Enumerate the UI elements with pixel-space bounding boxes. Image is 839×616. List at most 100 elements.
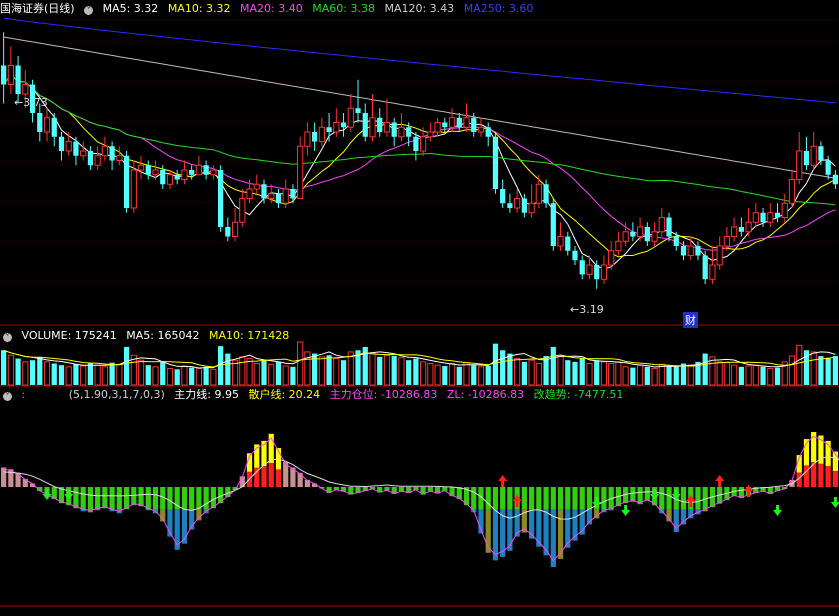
candle-body — [80, 150, 87, 157]
volume-ma5: MA5: 165042 — [126, 329, 200, 342]
indicator-bar-negative — [167, 487, 173, 510]
volume-bar — [767, 367, 774, 386]
volume-value: VOLUME: 175241 — [21, 329, 117, 342]
volume-bar — [818, 356, 824, 385]
volume-bar — [788, 355, 796, 386]
indicator-bar-negative — [529, 487, 535, 510]
indicator-params: (5,1.90,3,1,7,0,3) — [68, 388, 165, 401]
volume-bar — [434, 364, 441, 386]
indicator-bar-negative — [87, 487, 94, 510]
volume-bar — [43, 361, 51, 386]
volume-bar — [73, 364, 79, 385]
volume-bar — [275, 361, 282, 385]
candle-body — [709, 264, 716, 280]
candle-body — [318, 126, 325, 142]
volume-bar — [420, 361, 427, 386]
candle-body — [181, 169, 188, 180]
indicator-bar-main — [832, 471, 838, 487]
candle-body — [456, 117, 462, 128]
indicator-bar-deep — [565, 509, 571, 548]
volume-bar — [166, 367, 174, 386]
indicator-bar-negative — [500, 487, 506, 510]
volume-ma10: MA10: 171428 — [208, 329, 290, 342]
candle-body — [507, 203, 513, 208]
ma20-value: MA20: 3.40 — [240, 2, 303, 15]
indicator-bar-deep — [557, 509, 564, 559]
volume-bar — [745, 365, 752, 386]
candle-body — [282, 188, 289, 204]
indicator-bar-deep — [507, 509, 513, 551]
candle-body — [803, 151, 810, 166]
candle-body — [622, 231, 629, 242]
candle-body — [406, 127, 412, 137]
volume-bar — [225, 353, 231, 385]
volume-bar — [174, 369, 180, 385]
finance-event-badge[interactable]: 财 — [683, 312, 698, 328]
main-force-line: 主力线: 9.95 — [174, 388, 239, 401]
candle-body — [434, 122, 441, 133]
candle-body — [615, 240, 622, 252]
indicator-panel-collapse-icon[interactable]: ˅ — [3, 392, 12, 401]
volume-bar — [666, 365, 672, 385]
candle-body — [22, 84, 29, 95]
ma120-value: MA120: 3.43 — [384, 2, 455, 15]
volume-bar — [297, 341, 304, 386]
volume-bar — [658, 363, 665, 386]
indicator-bar-negative — [565, 487, 571, 510]
volume-bar — [716, 361, 723, 386]
volume-bar — [377, 356, 383, 385]
volume-bar — [572, 361, 578, 385]
sell-signal-arrow — [830, 497, 839, 508]
indicator-colon: : — [21, 388, 26, 401]
volume-bar — [579, 358, 585, 385]
candle-body — [65, 141, 72, 152]
candle-body — [210, 169, 217, 176]
volume-bar — [796, 344, 803, 386]
indicator-bar-negative — [579, 487, 585, 510]
volume-bar — [58, 365, 65, 385]
indicator-bar-negative — [471, 487, 477, 510]
price-panel-collapse-icon[interactable]: ˅ — [84, 6, 94, 15]
candle-body — [767, 212, 774, 223]
indicator-bar-negative — [80, 487, 86, 510]
volume-bar — [630, 367, 636, 385]
candle-body — [37, 113, 43, 132]
chart-window[interactable]: 国海证券(日线) ˅ MA5: 3.32 MA10: 3.32 MA20: 3.… — [0, 0, 839, 616]
volume-bar — [832, 356, 838, 385]
candle-body — [557, 236, 564, 247]
candle-body — [477, 126, 485, 133]
stock-chart-canvas[interactable] — [0, 0, 839, 616]
candle-body — [109, 146, 115, 161]
candle-body — [101, 145, 108, 157]
candle-body — [413, 136, 419, 151]
indicator-bar-negative — [73, 487, 79, 509]
indicator-bar-negative — [586, 487, 593, 510]
candle-body — [377, 117, 383, 132]
candle-body — [579, 260, 585, 275]
indicator-bar-deep — [196, 509, 202, 521]
ma10-value: MA10: 3.32 — [167, 2, 231, 15]
volume-panel-collapse-icon[interactable]: ˅ — [3, 333, 12, 342]
volume-bar — [463, 362, 470, 386]
indicator-bar-negative — [601, 487, 607, 510]
indicator-bar-deep — [680, 509, 687, 525]
volume-bar — [507, 353, 513, 385]
volume-bar — [145, 365, 151, 385]
indicator-bar-deep — [666, 509, 672, 522]
volume-bar — [442, 365, 448, 385]
candle-body — [312, 132, 318, 142]
indicator-bar-negative — [644, 487, 650, 501]
candle-body — [651, 231, 658, 242]
candle-body — [608, 250, 615, 266]
sell-signal-arrow — [64, 489, 74, 500]
candle-body — [189, 170, 195, 175]
candle-body — [514, 198, 521, 209]
volume-bar — [600, 361, 608, 386]
candle-body — [58, 136, 65, 151]
indicator-bar-negative — [131, 487, 137, 506]
candle-body — [225, 227, 231, 237]
volume-bar — [137, 359, 145, 386]
volume-bar — [477, 366, 485, 386]
volume-bar — [651, 367, 658, 386]
indicator-bar-negative — [152, 487, 159, 510]
